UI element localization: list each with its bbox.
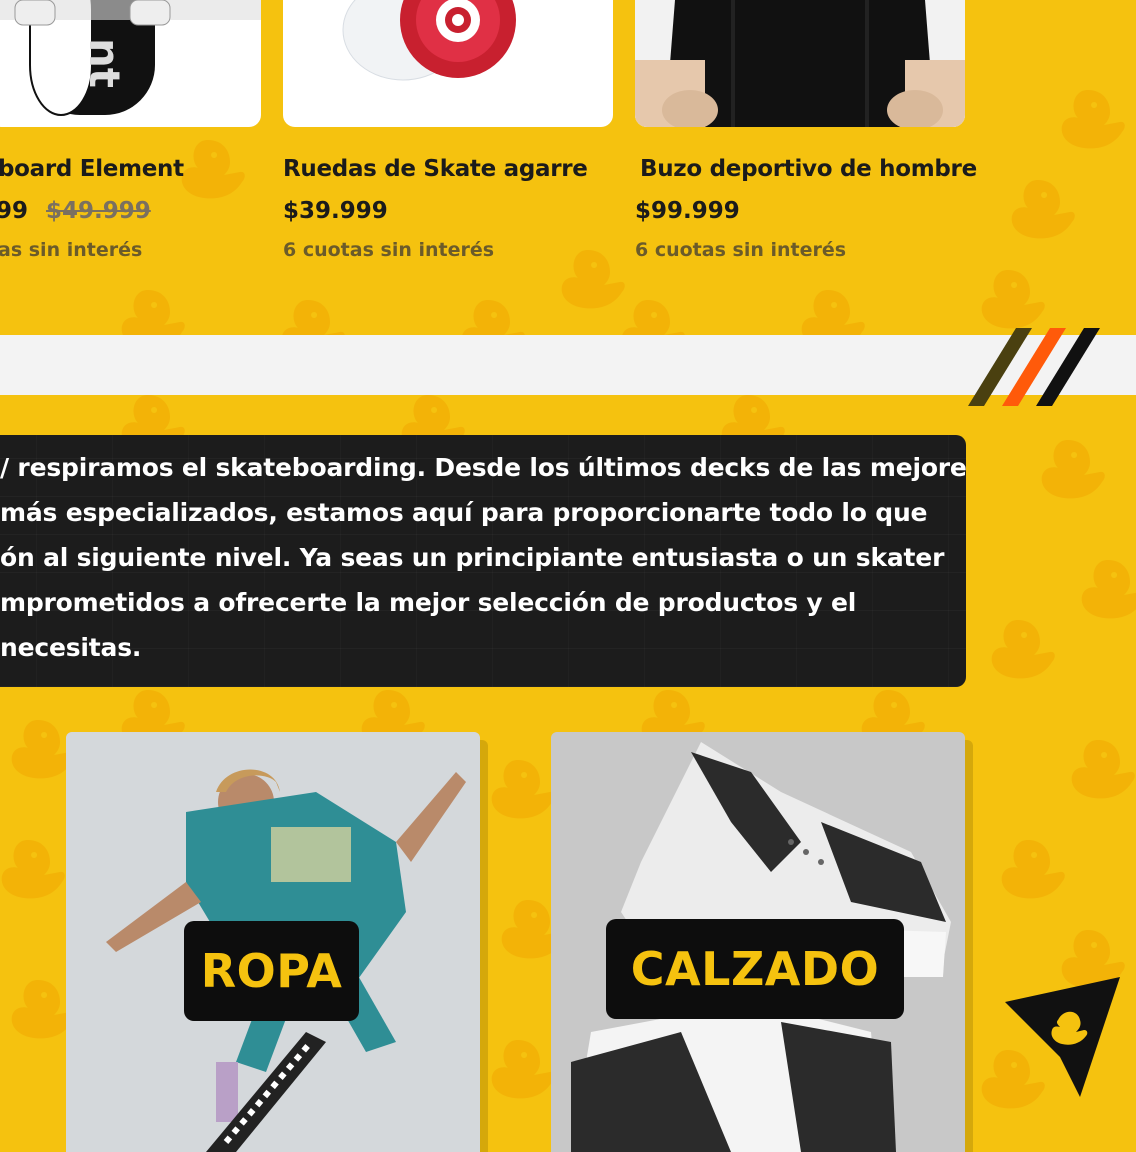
current-price: $39.999 <box>283 198 388 224</box>
product-image[interactable] <box>635 0 965 127</box>
about-text-line: necesitas. <box>0 633 142 662</box>
installments-text: 6 cuotas sin interés <box>635 239 847 261</box>
about-text-line: / respiramos el skateboarding. Desde los… <box>0 453 966 482</box>
current-price: 99 <box>0 198 29 224</box>
category-label-ropa[interactable]: ROPA <box>184 921 359 1021</box>
current-price: $99.999 <box>635 198 740 224</box>
about-section: / respiramos el skateboarding. Desde los… <box>0 435 966 687</box>
stripes-decoration <box>968 328 1100 406</box>
installments-text: as sin interés <box>0 239 143 261</box>
svg-text:nt: nt <box>80 38 129 88</box>
installments-text: 6 cuotas sin interés <box>283 239 495 261</box>
product-name[interactable]: board Element <box>0 156 184 182</box>
about-text-line: ón al siguiente nivel. Ya seas un princi… <box>0 543 945 572</box>
product-image[interactable]: nt <box>0 0 261 127</box>
product-image[interactable] <box>283 0 613 127</box>
skate-wheels-image <box>342 0 516 81</box>
product-name[interactable]: Ruedas de Skate agarre <box>283 156 588 182</box>
about-text-line: mprometidos a ofrecerte la mejor selecci… <box>0 588 857 617</box>
product-price: 99 $49.999 <box>0 198 151 224</box>
old-price: $49.999 <box>46 198 151 224</box>
skateboard-image: nt <box>0 0 261 116</box>
product-name[interactable]: Buzo deportivo de hombre <box>640 156 977 182</box>
back-to-top-arrow-icon[interactable] <box>1000 972 1136 1102</box>
hoodie-image <box>635 0 965 127</box>
category-label-calzado[interactable]: CALZADO <box>606 919 904 1019</box>
about-text-line: más especializados, estamos aquí para pr… <box>0 498 928 527</box>
